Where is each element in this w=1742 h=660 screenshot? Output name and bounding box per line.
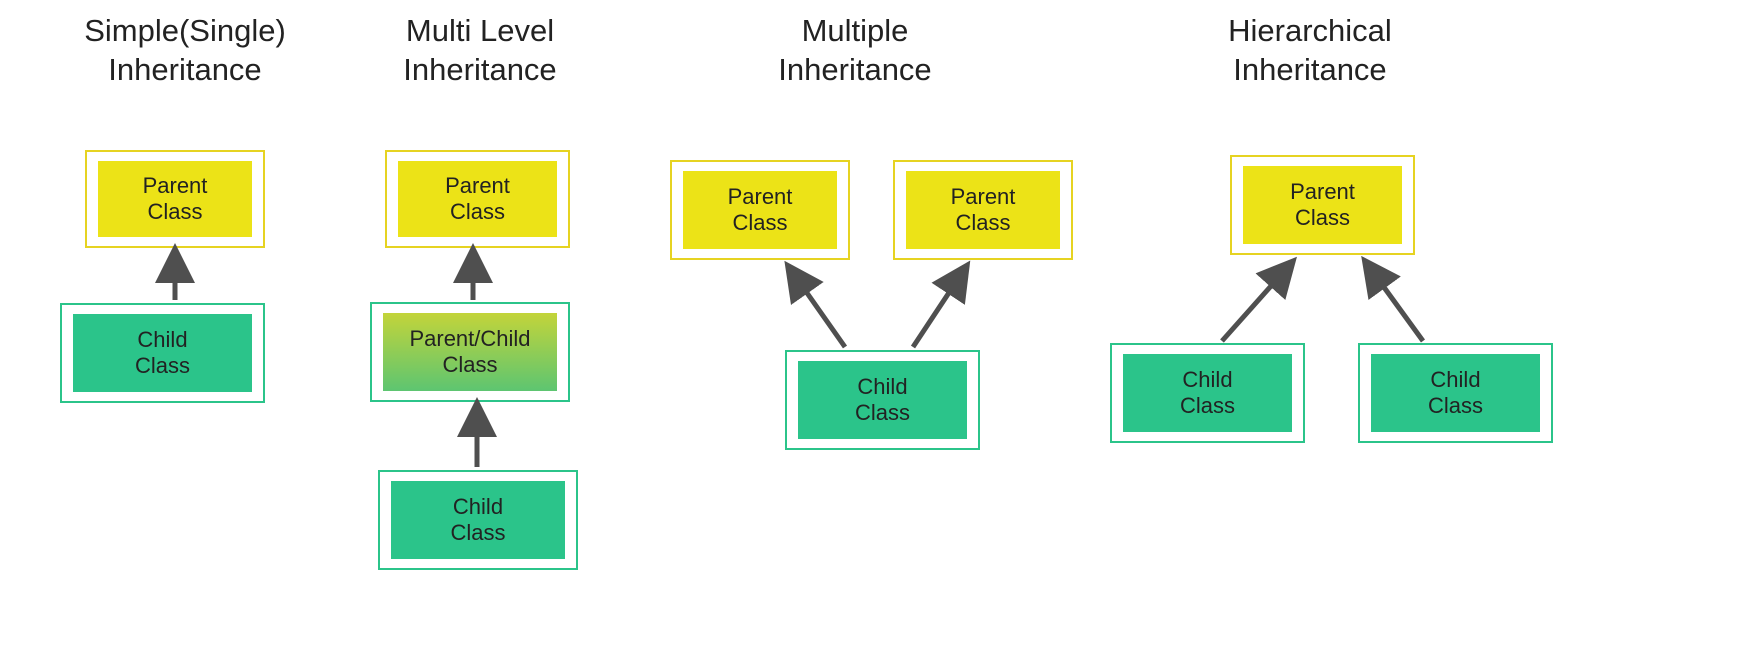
heading-single: Simple(Single)Inheritance <box>55 12 315 90</box>
arrow-multiple-left <box>793 273 845 347</box>
single-parent-box: ParentClass <box>85 150 265 248</box>
hierarchical-child1-box: ChildClass <box>1110 343 1305 443</box>
hierarchical-child2-box: ChildClass <box>1358 343 1553 443</box>
hierarchical-parent-label: ParentClass <box>1243 166 1402 244</box>
diagram-canvas: Simple(Single)Inheritance Multi LevelInh… <box>0 0 1742 660</box>
single-child-box: ChildClass <box>60 303 265 403</box>
multiple-child-label: ChildClass <box>798 361 967 439</box>
multiple-child-box: ChildClass <box>785 350 980 450</box>
heading-hierarchical: HierarchicalInheritance <box>1170 12 1450 90</box>
arrow-hierarchical-right <box>1370 268 1423 341</box>
single-child-label: ChildClass <box>73 314 252 392</box>
multiple-parent2-label: ParentClass <box>906 171 1060 249</box>
multiple-parent1-box: ParentClass <box>670 160 850 260</box>
arrow-multiple-right <box>913 273 962 347</box>
single-parent-label: ParentClass <box>98 161 252 237</box>
hierarchical-child2-label: ChildClass <box>1371 354 1540 432</box>
multilevel-parent-label: ParentClass <box>398 161 557 237</box>
multilevel-child-label: ChildClass <box>391 481 565 559</box>
multilevel-child-box: ChildClass <box>378 470 578 570</box>
hierarchical-child1-label: ChildClass <box>1123 354 1292 432</box>
multilevel-middle-box: Parent/ChildClass <box>370 302 570 402</box>
multiple-parent2-box: ParentClass <box>893 160 1073 260</box>
arrow-hierarchical-left <box>1222 268 1287 341</box>
heading-multiple: MultipleInheritance <box>735 12 975 90</box>
hierarchical-parent-box: ParentClass <box>1230 155 1415 255</box>
multilevel-middle-label: Parent/ChildClass <box>383 313 557 391</box>
multilevel-parent-box: ParentClass <box>385 150 570 248</box>
heading-multilevel: Multi LevelInheritance <box>360 12 600 90</box>
multiple-parent1-label: ParentClass <box>683 171 837 249</box>
